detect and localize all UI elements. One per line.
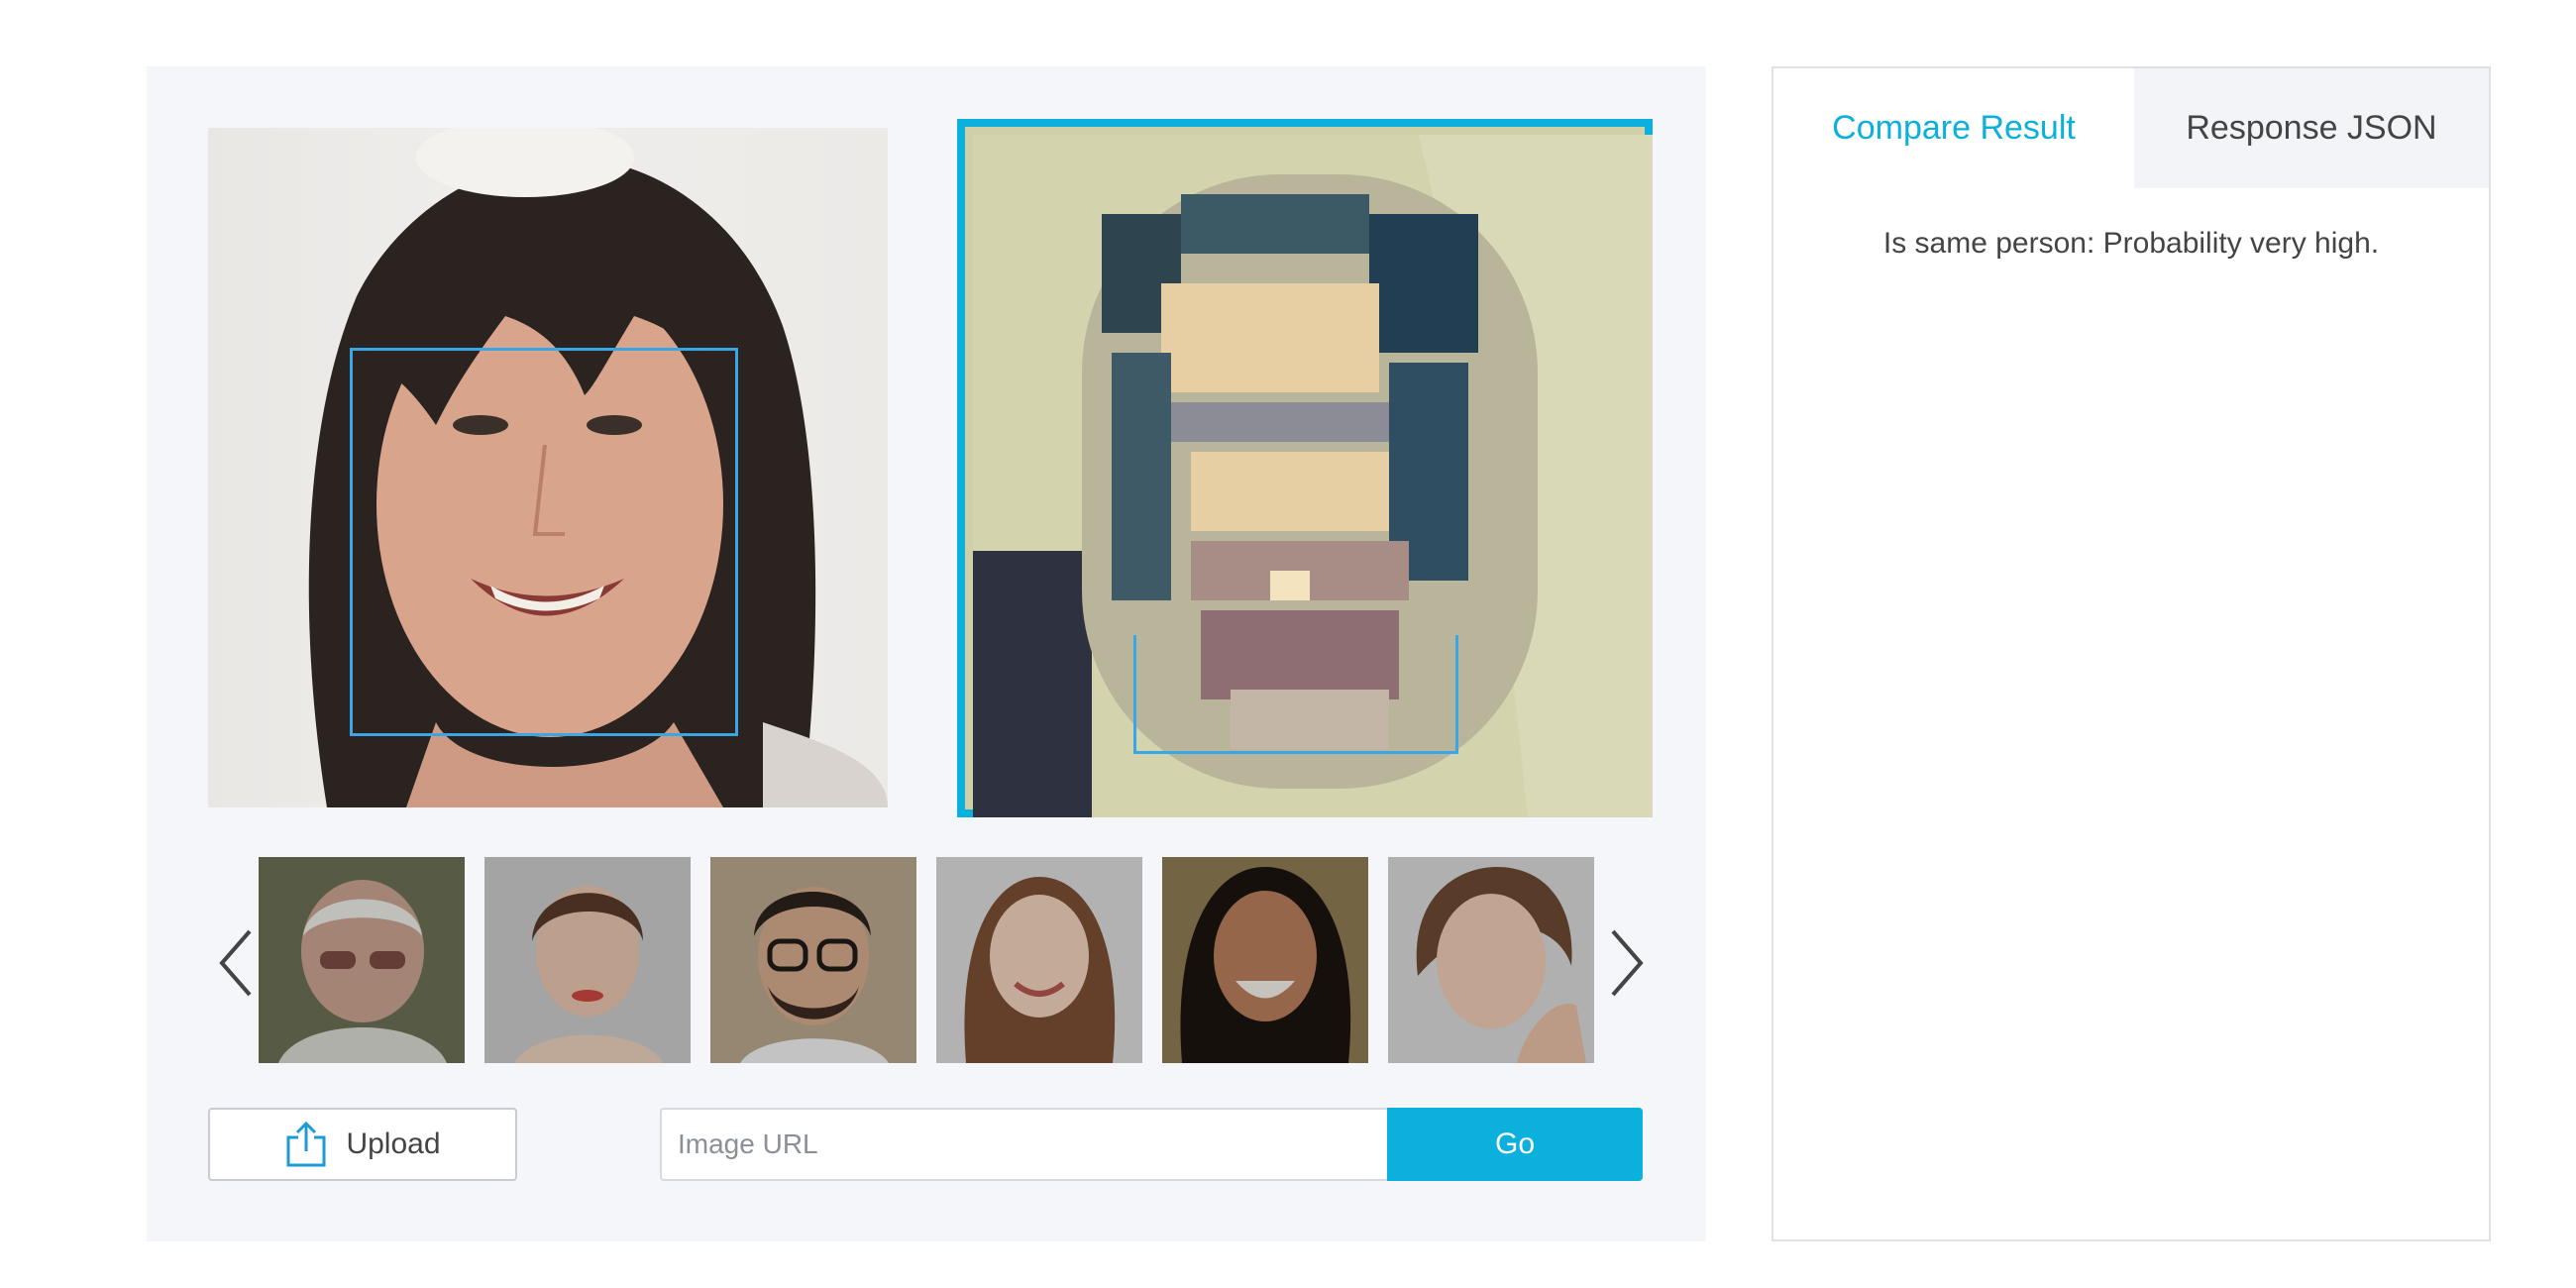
thumb-man-glasses[interactable]: [710, 857, 916, 1063]
thumbnail-strip: [147, 857, 1706, 1065]
image-url-form: Go: [660, 1108, 1643, 1181]
compare-result-text: Is same person: Probability very high.: [1882, 227, 2380, 260]
result-panel: Compare Result Response JSON Is same per…: [1771, 66, 2491, 1241]
left-face-image: [208, 128, 888, 807]
thumb-woman-updo[interactable]: [484, 857, 691, 1063]
face-detection-box-right: [1133, 635, 1458, 754]
thumb-woman-smiling[interactable]: [936, 857, 1142, 1063]
thumb-overlay: [484, 857, 691, 1063]
face-detection-box-left: [350, 348, 738, 736]
thumb-overlay: [936, 857, 1142, 1063]
upload-icon: [286, 1121, 326, 1167]
right-face-frame-selected[interactable]: [957, 119, 1653, 817]
tab-compare-result[interactable]: Compare Result: [1773, 68, 2134, 188]
tab-response-json[interactable]: Response JSON: [2134, 68, 2489, 188]
thumb-overlay: [1162, 857, 1368, 1063]
next-thumbnails-button[interactable]: [1597, 918, 1657, 1008]
upload-button[interactable]: Upload: [208, 1108, 517, 1181]
chevron-left-icon: [219, 929, 252, 997]
result-tabs: Compare Result Response JSON: [1773, 68, 2489, 188]
prev-thumbnails-button[interactable]: [206, 918, 266, 1008]
upload-button-label: Upload: [346, 1127, 441, 1160]
thumb-overlay: [710, 857, 916, 1063]
demo-panel: Upload Go: [147, 66, 1706, 1241]
thumb-overlay: [1388, 857, 1594, 1063]
thumb-elderly-man[interactable]: [259, 857, 465, 1063]
go-button[interactable]: Go: [1387, 1108, 1643, 1181]
thumb-woman-hand-cheek[interactable]: [1388, 857, 1594, 1063]
chevron-right-icon: [1611, 929, 1644, 997]
thumb-woman-curly-hair[interactable]: [1162, 857, 1368, 1063]
image-url-input[interactable]: [660, 1108, 1387, 1181]
thumb-overlay: [259, 857, 465, 1063]
right-face-image: [973, 135, 1653, 817]
